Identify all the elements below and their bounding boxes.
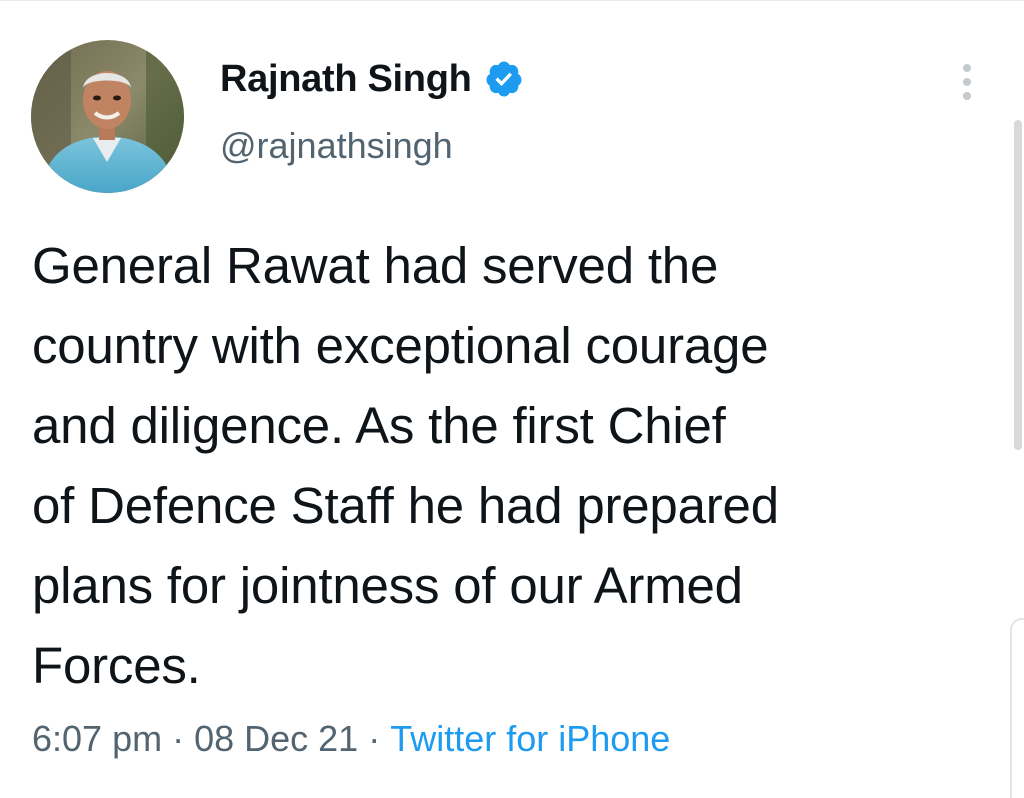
avatar-photo-icon [31,40,184,193]
verified-badge-icon [484,59,524,99]
tweet-text-line: General Rawat had served the [32,237,719,294]
meta-separator: · [368,718,381,759]
tweet-text: General Rawat had served the country wit… [32,226,1007,706]
tweet-source-link[interactable]: Twitter for iPhone [390,718,670,759]
author-display-name[interactable]: Rajnath Singh [220,58,472,101]
author-handle[interactable]: @rajnathsingh [220,125,453,167]
meta-separator: · [172,718,185,759]
author-name-row[interactable]: Rajnath Singh [220,54,524,104]
tweet-text-line: and diligence. As the first Chief [32,397,726,454]
top-divider [0,0,1024,1]
tweet-text-line: plans for jointness of our Armed [32,557,743,614]
tweet-time[interactable]: 6:07 pm [32,718,162,759]
tweet-date[interactable]: 08 Dec 21 [194,718,358,759]
scrollbar[interactable] [1014,120,1022,450]
tweet-text-line: of Defence Staff he had prepared [32,477,779,534]
tweet-text-line: Forces. [32,637,201,694]
side-panel-edge [1010,618,1024,798]
tweet-meta: 6:07 pm · 08 Dec 21 · Twitter for iPhone [32,718,670,760]
tweet-text-line: country with exceptional courage [32,317,769,374]
author-avatar[interactable] [31,40,184,193]
more-options-icon[interactable] [955,60,979,104]
